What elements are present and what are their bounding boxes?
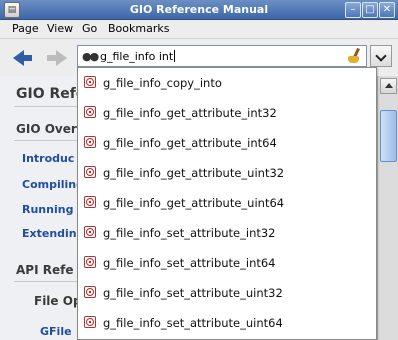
back-arrow-icon[interactable] xyxy=(13,50,32,66)
suggestion-label: g_file_info_set_attribute_int64 xyxy=(103,256,276,270)
text-caret xyxy=(174,50,176,62)
function-icon xyxy=(84,316,96,328)
chevron-down-icon xyxy=(375,50,387,62)
toc-link-gfile[interactable]: GFile xyxy=(40,325,72,338)
function-icon xyxy=(84,106,96,118)
toc-link-introduction[interactable]: Introduc xyxy=(22,152,74,165)
window-title: GIO Reference Manual xyxy=(129,3,269,16)
search-dropdown-button[interactable] xyxy=(370,45,392,67)
scroll-up-icon[interactable] xyxy=(380,78,397,94)
toc-heading-overview: GIO Over xyxy=(16,122,77,136)
toc-link-running[interactable]: Running xyxy=(22,203,73,216)
function-icon xyxy=(84,256,96,268)
suggestion-label: g_file_info_set_attribute_uint32 xyxy=(103,286,283,300)
binoculars-icon: ●● xyxy=(82,50,99,63)
menu-view[interactable]: View xyxy=(47,22,73,35)
divider xyxy=(14,106,78,107)
close-button[interactable]: ✕ xyxy=(379,2,395,18)
divider xyxy=(14,281,78,282)
function-icon xyxy=(84,166,96,178)
maximize-button[interactable]: □ xyxy=(362,2,378,18)
vertical-scrollbar[interactable] xyxy=(377,76,398,340)
suggestion-label: g_file_info_set_attribute_int32 xyxy=(103,226,276,240)
suggestion-label: g_file_info_get_attribute_uint32 xyxy=(103,166,285,180)
menu-bar: Page View Go Bookmarks xyxy=(0,20,398,38)
function-icon xyxy=(84,136,96,148)
search-input[interactable]: ●● g_file_info int xyxy=(77,45,367,67)
function-icon xyxy=(84,196,96,208)
scrollbar-thumb[interactable] xyxy=(380,110,397,162)
title-bar: ▤ GIO Reference Manual – □ ✕ xyxy=(0,0,398,20)
function-icon xyxy=(84,286,96,298)
menu-go[interactable]: Go xyxy=(82,22,97,35)
toc-link-compiling[interactable]: Compiling xyxy=(22,178,84,191)
menu-page[interactable]: Page xyxy=(12,22,39,35)
minimize-button[interactable]: – xyxy=(345,2,361,18)
suggestion-item[interactable]: g_file_info_copy_into xyxy=(78,68,376,97)
suggestion-item[interactable]: g_file_info_get_attribute_int32 xyxy=(78,98,376,127)
toc-heading-file-ops: File Op xyxy=(34,294,82,308)
suggestion-item[interactable]: g_file_info_set_attribute_uint32 xyxy=(78,278,376,307)
suggestion-item[interactable]: g_file_info_set_attribute_int32 xyxy=(78,218,376,247)
toc-link-extending[interactable]: Extendin xyxy=(22,227,77,240)
suggestion-label: g_file_info_copy_into xyxy=(103,76,222,90)
function-icon xyxy=(84,76,96,88)
suggestion-item[interactable]: g_file_info_set_attribute_int64 xyxy=(78,248,376,277)
suggestion-label: g_file_info_set_attribute_uint64 xyxy=(103,316,283,330)
suggestion-label: g_file_info_get_attribute_int64 xyxy=(103,136,277,150)
divider xyxy=(14,140,78,141)
broom-clear-icon[interactable] xyxy=(346,47,362,64)
autocomplete-popup: g_file_info_copy_into g_file_info_get_at… xyxy=(77,67,377,340)
suggestion-item[interactable]: g_file_info_get_attribute_uint64 xyxy=(78,188,376,217)
toc-title: GIO Refe xyxy=(16,86,86,102)
suggestion-label: g_file_info_get_attribute_int32 xyxy=(103,106,277,120)
menu-bookmarks[interactable]: Bookmarks xyxy=(108,22,169,35)
suggestion-label: g_file_info_get_attribute_uint64 xyxy=(103,196,285,210)
forward-arrow-icon[interactable] xyxy=(47,50,67,66)
suggestion-item[interactable]: g_file_info_get_attribute_int64 xyxy=(78,128,376,157)
suggestion-item[interactable]: g_file_info_set_attribute_uint64 xyxy=(78,308,376,337)
search-text: g_file_info int xyxy=(100,50,174,63)
suggestion-item[interactable]: g_file_info_get_attribute_uint32 xyxy=(78,158,376,187)
function-icon xyxy=(84,226,96,238)
toc-heading-api: API Refe xyxy=(16,263,74,277)
